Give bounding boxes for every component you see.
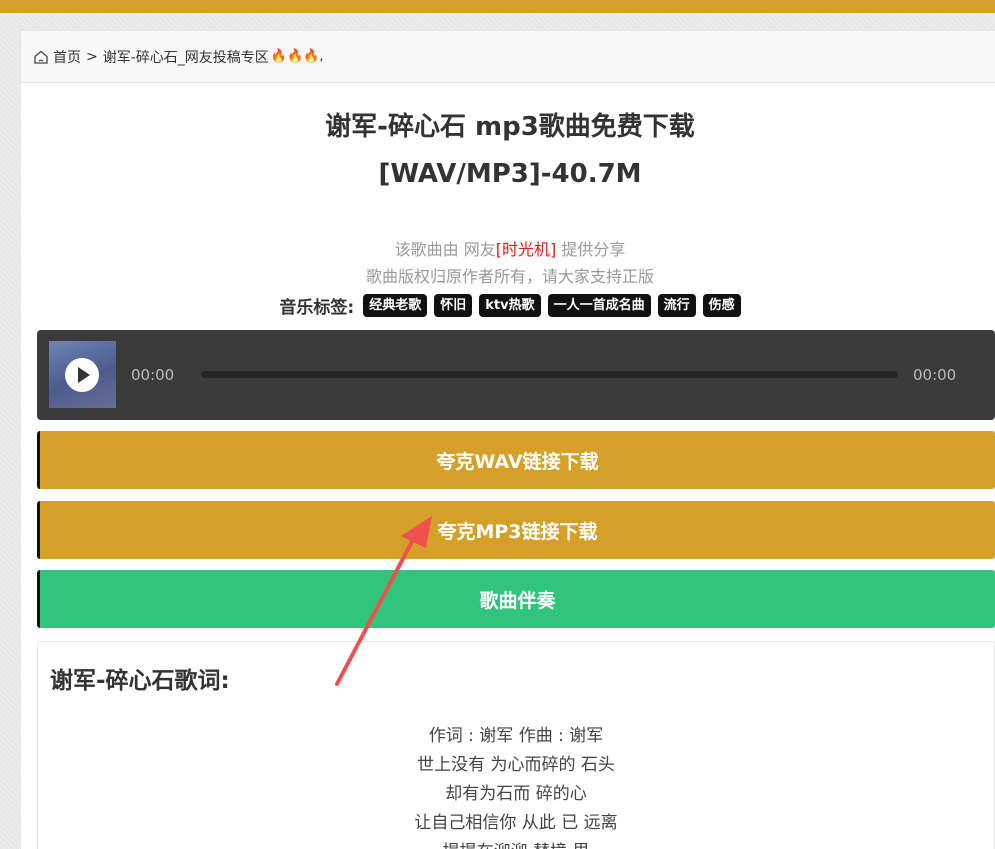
uploader-name[interactable]: [时光机] [496, 240, 557, 259]
mp3-download-button[interactable]: 夸克MP3链接下载 [37, 501, 995, 559]
music-tags: 音乐标签: 经典老歌 怀旧 ktv热歌 一人一首成名曲 流行 伤感 [21, 293, 995, 318]
play-icon [77, 367, 90, 383]
song-title: 谢军-碎心石 mp3歌曲免费下载 [325, 112, 695, 142]
tag-item[interactable]: 怀旧 [434, 294, 473, 317]
accompaniment-button[interactable]: 歌曲伴奏 [37, 570, 995, 628]
breadcrumb-separator: > [86, 48, 98, 65]
lyrics-heading: 谢军-碎心石歌词: [50, 668, 230, 694]
progress-bar[interactable] [201, 371, 898, 378]
lyric-line: 作词 : 谢军 作曲 : 谢军 [428, 726, 604, 746]
current-time: 00:00 [131, 366, 175, 384]
album-cover [49, 341, 116, 408]
home-icon[interactable] [33, 49, 49, 65]
tag-item[interactable]: ktv热歌 [479, 294, 541, 317]
content-card: 首页 > 谢军-碎心石_网友投稿专区 🔥🔥🔥, 谢军-碎心石 mp3歌曲免费下载… [20, 30, 995, 849]
share-suffix: 提供分享 [556, 240, 626, 259]
song-format-size: [WAV/MP3]-40.7M [378, 159, 642, 189]
fire-icon: 🔥🔥🔥, [270, 49, 324, 64]
lyric-line: 世上没有 为心而碎的 石头 [417, 755, 615, 775]
audio-player: 00:00 00:00 [37, 330, 995, 420]
breadcrumb: 首页 > 谢军-碎心石_网友投稿专区 🔥🔥🔥, [21, 31, 995, 83]
share-line: 该歌曲由 网友[时光机] 提供分享 [21, 236, 995, 263]
wav-download-button[interactable]: 夸克WAV链接下载 [37, 431, 995, 489]
tag-item[interactable]: 流行 [657, 294, 696, 317]
breadcrumb-home-link[interactable]: 首页 [53, 47, 81, 67]
play-button[interactable] [65, 358, 99, 392]
tag-item[interactable]: 伤感 [702, 294, 741, 317]
lyrics-body: 作词 : 谢军 作曲 : 谢军 世上没有 为心而碎的 石头 却有为石而 碎的心 … [38, 722, 994, 849]
lyric-line: 提提在泖泖 替境 里 [38, 838, 994, 849]
lyrics-section: 谢军-碎心石歌词: 作词 : 谢军 作曲 : 谢军 世上没有 为心而碎的 石头 … [37, 641, 995, 849]
lyric-line: 让自己相信你 从此 已 远离 [414, 813, 618, 833]
breadcrumb-current[interactable]: 谢军-碎心石_网友投稿专区 [103, 47, 269, 67]
tags-label: 音乐标签: [279, 298, 355, 318]
share-prefix: 该歌曲由 网友 [394, 240, 496, 259]
share-info: 该歌曲由 网友[时光机] 提供分享 歌曲版权归原作者所有，请大家支持正版 [21, 236, 995, 290]
tag-item[interactable]: 一人一首成名曲 [547, 294, 651, 317]
top-accent-bar [0, 0, 995, 13]
lyric-line: 却有为石而 碎的心 [445, 784, 587, 804]
copyright-notice: 歌曲版权归原作者所有，请大家支持正版 [365, 267, 654, 286]
tag-item[interactable]: 经典老歌 [363, 294, 428, 317]
duration-time: 00:00 [913, 366, 957, 384]
